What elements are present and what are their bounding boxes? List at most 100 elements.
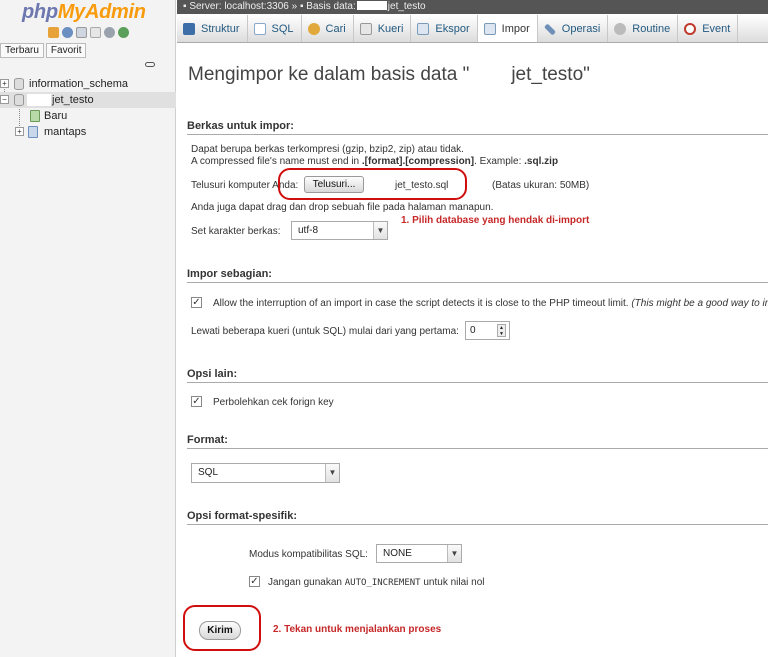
collapse-icon[interactable]: − xyxy=(0,95,9,104)
annotation-step-1: 1. Pilih database yang hendak di-import xyxy=(401,215,590,226)
tree-item-label[interactable]: mantaps xyxy=(44,124,86,140)
allow-interrupt-label: Allow the interruption of an import in c… xyxy=(213,298,768,309)
expand-icon[interactable]: + xyxy=(15,127,24,136)
tab-label: Cari xyxy=(325,23,346,35)
query-icon xyxy=(359,23,372,35)
hint-text: . Example: xyxy=(474,156,525,167)
export-icon xyxy=(417,23,430,35)
recent-tab[interactable]: Terbaru xyxy=(0,43,44,58)
tab-operations[interactable]: Operasi xyxy=(538,15,609,42)
clock-icon xyxy=(684,23,697,35)
charset-select[interactable]: utf-8 ▼ xyxy=(291,221,388,240)
database-tabs: Struktur SQL Cari Kueri Ekspor Impor Ope… xyxy=(177,15,768,43)
no-auto-increment-checkbox[interactable]: ✓ xyxy=(249,576,260,587)
annotation-step-2: 2. Tekan untuk menjalankan proses xyxy=(273,624,442,635)
breadcrumb-server[interactable]: Server: localhost:3306 xyxy=(189,1,289,12)
tab-label: Impor xyxy=(501,23,530,35)
charset-selected-value: utf-8 xyxy=(298,225,319,236)
file-hint-naming: A compressed file's name must end in .[f… xyxy=(191,156,558,167)
reload-icon[interactable] xyxy=(118,27,129,38)
label-code: AUTO_INCREMENT xyxy=(344,578,421,588)
phpmyadmin-logo[interactable]: phpMyAdmin xyxy=(22,1,146,24)
spinner-icon[interactable]: ▲ ▼ xyxy=(497,324,506,337)
format-selected-value: SQL xyxy=(198,467,219,478)
no-auto-increment-label: Jangan gunakan AUTO_INCREMENT untuk nila… xyxy=(268,577,485,588)
docs-icon[interactable] xyxy=(76,27,87,38)
tab-label: SQL xyxy=(271,23,294,35)
sql-compat-select[interactable]: NONE ▼ xyxy=(376,544,462,563)
section-other-header: Opsi lain: xyxy=(187,368,768,383)
breadcrumb-separator: » xyxy=(291,1,298,12)
charset-label: Set karakter berkas: xyxy=(191,226,281,237)
drag-drop-hint: Anda juga dapat drag dan drop sebuah fil… xyxy=(191,202,494,213)
nav-icon-bar xyxy=(48,27,129,38)
database-tree: + information_schema − jet_testo Baru + … xyxy=(0,76,176,140)
sql-icon xyxy=(253,23,266,35)
label-text: untuk nilai nol xyxy=(420,577,485,588)
format-select[interactable]: SQL ▼ xyxy=(191,463,340,483)
sql-docs-icon[interactable] xyxy=(90,27,101,38)
tab-events[interactable]: Event xyxy=(678,15,739,42)
chevron-down-icon: ▼ xyxy=(373,222,387,239)
skip-queries-input[interactable]: 0 ▲ ▼ xyxy=(465,321,510,340)
label-text-italic: (This might be a good way to im xyxy=(628,298,768,309)
tree-item-jet-testo[interactable]: − jet_testo xyxy=(0,92,176,108)
section-format-specific-header: Opsi format-spesifik: xyxy=(187,510,768,525)
new-table-icon xyxy=(30,110,40,122)
import-icon xyxy=(483,23,496,35)
tab-label: Kueri xyxy=(377,23,404,35)
label-text: Allow the interruption of an import in c… xyxy=(213,298,629,309)
home-icon[interactable] xyxy=(48,27,59,38)
wrench-icon xyxy=(543,22,556,36)
tab-structure[interactable]: Struktur xyxy=(177,15,248,42)
tree-item-mantaps[interactable]: + mantaps xyxy=(0,124,176,140)
tree-item-new[interactable]: Baru xyxy=(0,108,176,124)
routine-icon xyxy=(614,23,627,35)
tab-label: Routine xyxy=(632,23,671,35)
redacted-area xyxy=(27,94,51,106)
tree-item-label[interactable]: Baru xyxy=(44,108,67,124)
logout-icon[interactable] xyxy=(62,27,73,38)
foreign-key-checkbox[interactable]: ✓ xyxy=(191,396,202,407)
tab-import[interactable]: Impor xyxy=(477,15,538,42)
gear-icon[interactable] xyxy=(104,27,115,38)
annotation-highlight-submit xyxy=(183,605,261,651)
nav-recent-favorites: Terbaru Favorit xyxy=(0,43,87,58)
tab-export[interactable]: Ekspor xyxy=(411,15,478,42)
sql-compat-selected-value: NONE xyxy=(383,548,412,559)
sql-compat-label: Modus kompatibilitas SQL: xyxy=(249,549,368,560)
breadcrumb-database[interactable]: Basis data: xyxy=(306,1,355,12)
tab-query[interactable]: Kueri xyxy=(354,15,412,42)
tab-sql[interactable]: SQL xyxy=(248,15,302,42)
hint-bold: .[format].[compression] xyxy=(361,156,475,167)
link-icon[interactable] xyxy=(145,62,155,67)
tab-routines[interactable]: Routine xyxy=(608,15,679,42)
page-title-database: jet_testo" xyxy=(511,64,590,85)
database-icon xyxy=(14,78,24,90)
foreign-key-label: Perbolehkan cek forign key xyxy=(213,397,334,408)
navigation-panel: phpMyAdmin Terbaru Favorit + information… xyxy=(0,0,176,657)
chevron-down-icon: ▼ xyxy=(325,464,339,482)
structure-icon xyxy=(183,23,195,35)
tab-label: Operasi xyxy=(561,23,601,35)
page-title: Mengimpor ke dalam basis data " jet_testo… xyxy=(188,64,590,86)
expand-icon[interactable]: + xyxy=(0,79,9,88)
browse-label-part: Telusuri komputer A xyxy=(191,180,279,191)
search-icon xyxy=(307,23,320,35)
table-icon xyxy=(28,126,38,138)
chevron-down-icon: ▼ xyxy=(447,545,461,562)
tree-item-label[interactable]: information_schema xyxy=(29,76,128,92)
favorites-tab[interactable]: Favorit xyxy=(45,43,87,58)
tree-item-label[interactable]: jet_testo xyxy=(52,92,94,108)
max-upload-size: (Batas ukuran: 50MB) xyxy=(492,180,590,191)
skip-queries-label: Lewati beberapa kueri (untuk SQL) mulai … xyxy=(191,326,459,337)
skip-queries-value: 0 xyxy=(470,325,476,336)
breadcrumb-database-name[interactable]: jet_testo xyxy=(388,1,426,12)
tree-item-information-schema[interactable]: + information_schema xyxy=(0,76,176,92)
allow-interrupt-checkbox[interactable]: ✓ xyxy=(191,297,202,308)
hint-bold: .sql.zip xyxy=(524,156,559,167)
section-file-header: Berkas untuk impor: xyxy=(187,120,768,135)
tab-search[interactable]: Cari xyxy=(302,15,354,42)
database-icon xyxy=(14,94,24,106)
tab-label: Struktur xyxy=(201,23,240,35)
